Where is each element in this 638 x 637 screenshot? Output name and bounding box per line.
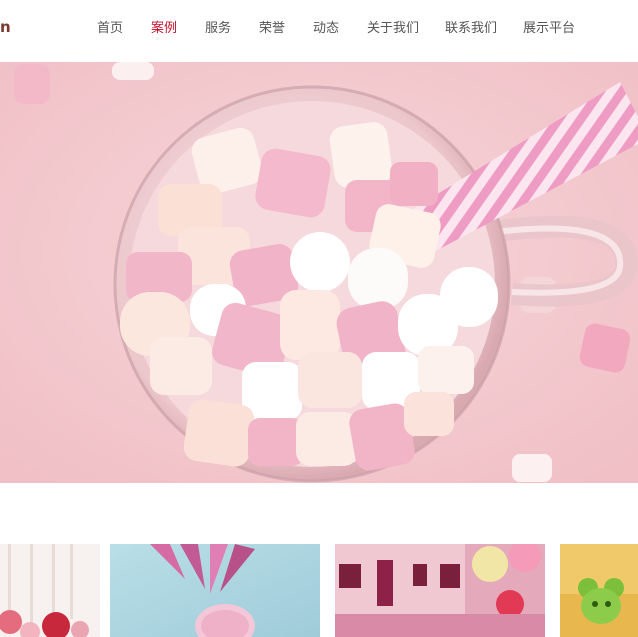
main-nav: 首页 案例 服务 荣誉 动态 关于我们 联系我们 展示平台	[0, 20, 638, 40]
thumbnail-pink-pineapple[interactable]	[110, 544, 320, 637]
top-navigation-bar: n 首页 案例 服务 荣誉 动态 关于我们 联系我们 展示平台	[0, 0, 638, 62]
thumbnail-gummy-bear[interactable]	[560, 544, 638, 637]
thumbnail-candy-house[interactable]	[335, 544, 545, 637]
case-thumbnail-strip	[0, 544, 638, 637]
thumbnail-cake-pops[interactable]	[0, 544, 100, 637]
nav-item-cases[interactable]: 案例	[151, 20, 177, 38]
nav-item-platform[interactable]: 展示平台	[523, 20, 575, 38]
nav-item-home[interactable]: 首页	[97, 20, 123, 38]
nav-item-contact[interactable]: 联系我们	[445, 20, 497, 38]
nav-item-news[interactable]: 动态	[313, 20, 339, 38]
nav-item-about[interactable]: 关于我们	[367, 20, 419, 38]
hero-marshmallow-image	[0, 62, 638, 483]
nav-item-services[interactable]: 服务	[205, 20, 231, 38]
hero-banner	[0, 62, 638, 483]
nav-item-honors[interactable]: 荣誉	[259, 20, 285, 38]
